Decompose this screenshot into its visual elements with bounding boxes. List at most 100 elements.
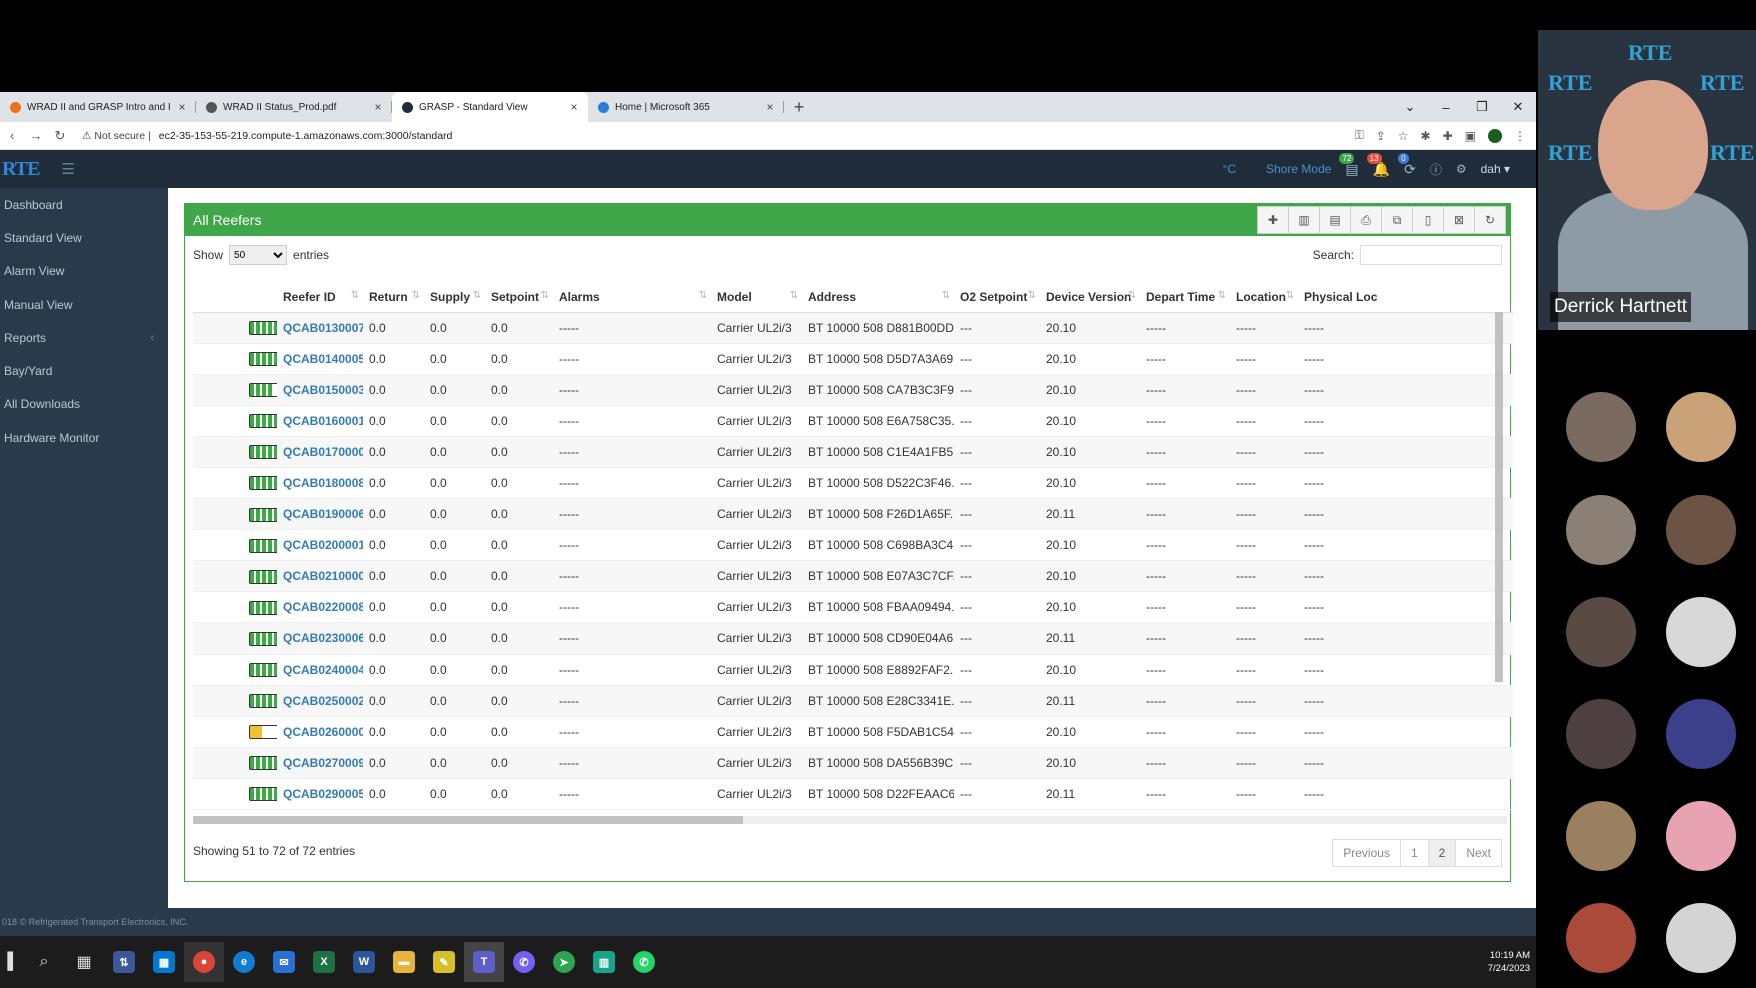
page-1-button[interactable]: 1 (1399, 839, 1429, 867)
reefer-id-link[interactable]: QCAB0160001 (283, 414, 363, 428)
page-2-button[interactable]: 2 (1427, 839, 1457, 867)
sidebar-item[interactable]: Bay/Yard (0, 354, 168, 387)
rte-logo[interactable]: RTE (2, 158, 40, 181)
hamburger-menu-icon[interactable]: ☰ (61, 160, 74, 178)
edge-icon[interactable]: e (224, 942, 264, 982)
restore-icon[interactable]: ❐ (1464, 92, 1500, 122)
reefer-id-link[interactable]: QCAB0230006 (283, 631, 363, 645)
table-row[interactable]: QCAB0270009 0.0 0.0 0.0 ----- Carrier UL2i/3 B… (193, 747, 1513, 779)
excel-app-icon[interactable]: X (304, 942, 344, 982)
add-icon[interactable]: ✚ (1257, 206, 1289, 234)
reefer-id-link[interactable]: QCAB0150003 (283, 383, 363, 397)
reefer-id-link[interactable]: QCAB0130007 (283, 321, 363, 335)
sidebar-item[interactable]: Alarm View (0, 255, 168, 288)
bookmark-star-icon[interactable]: ☆ (1398, 129, 1409, 143)
sidepanel-icon[interactable]: ▣ (1465, 129, 1476, 143)
reefer-count-icon[interactable]: ▤ 72 (1339, 152, 1359, 178)
column-header[interactable]: Supply ⇅ (424, 282, 485, 313)
table-row[interactable]: QCAB0180008 0.0 0.0 0.0 ----- Carrier UL2i/3 B… (193, 467, 1513, 500)
sort-icon[interactable]: ⇅ (351, 290, 359, 301)
table-row[interactable]: QCAB0230006 0.0 0.0 0.0 ----- Carrier UL2i/3 B… (193, 622, 1513, 655)
browser-tab[interactable]: WRAD II Status_Prod.pdf × (196, 92, 392, 122)
info-icon[interactable]: ⓘ (1430, 161, 1442, 178)
column-header[interactable]: Alarms ⇅ (553, 282, 711, 313)
key-icon[interactable]: ⚿ (1355, 128, 1364, 143)
sort-icon[interactable]: ⇅ (699, 290, 707, 301)
participant-tile[interactable] (1566, 392, 1636, 462)
next-page-button[interactable]: Next (1455, 839, 1502, 867)
pdf-icon[interactable]: ▯ (1412, 206, 1444, 234)
sort-icon[interactable]: ⇅ (1218, 290, 1226, 301)
browser-tab[interactable]: Home | Microsoft 365 × (588, 92, 784, 122)
system-clock[interactable]: 10:19 AM 7/24/2023 (1488, 949, 1530, 975)
table-row[interactable]: QCAB0290005 0.0 0.0 0.0 ----- Carrier UL2i/3 B… (193, 778, 1513, 811)
print-icon[interactable]: ⎙ (1350, 206, 1382, 234)
column-header[interactable]: Physical Loc (1298, 282, 1513, 313)
user-menu[interactable]: dah ▾ (1481, 162, 1510, 176)
reefer-id-link[interactable]: QCAB0290005 (283, 787, 363, 801)
extension-icon[interactable]: ✱ (1421, 129, 1431, 143)
column-header[interactable]: Model ⇅ (711, 282, 802, 313)
settings-gear-icon[interactable]: ⚙ (1456, 162, 1467, 176)
reefer-id-link[interactable]: QCAB0250002 (283, 694, 363, 708)
table-row[interactable]: QCAB0150003 0.0 0.0 0.0 ----- Carrier UL2i/3 B… (193, 374, 1513, 406)
reefer-id-link[interactable]: QCAB0140005 (283, 352, 363, 366)
sidebar-item[interactable]: All Downloads (0, 388, 168, 421)
url-field[interactable]: ec2-35-153-55-219.compute-1.amazonaws.co… (159, 130, 453, 142)
reefer-id-link[interactable]: QCAB0190006 (283, 507, 363, 521)
reefer-id-link[interactable]: QCAB0220008 (283, 600, 363, 614)
reefer-id-link[interactable]: QCAB0260000 (283, 725, 363, 739)
previous-page-button[interactable]: Previous (1332, 839, 1401, 867)
sort-icon[interactable]: ⇅ (1286, 290, 1294, 301)
participant-tile[interactable] (1666, 699, 1736, 769)
participant-tile[interactable] (1666, 495, 1736, 565)
table-row[interactable]: QCAB0250002 0.0 0.0 0.0 ----- Carrier UL2i/3 B… (193, 685, 1513, 717)
whatsapp-icon[interactable]: ✆ (624, 942, 664, 982)
file-explorer-icon[interactable]: ▬ (384, 942, 424, 982)
tab-search-icon[interactable]: ⌄ (1392, 92, 1428, 122)
word-app-icon[interactable]: W (344, 942, 384, 982)
tab-close-icon[interactable]: × (176, 100, 188, 114)
table-row[interactable]: QCAB0240004 0.0 0.0 0.0 ----- Carrier UL2i/3 B… (193, 654, 1513, 686)
column-header[interactable]: Reefer ID ⇅ (277, 282, 363, 313)
sidebar-item[interactable]: Manual View (0, 288, 168, 321)
participant-tile[interactable] (1566, 903, 1636, 973)
sidebar-item[interactable]: Reports ‹ (0, 321, 168, 354)
column-header[interactable]: O2 Setpoint ⇅ (954, 282, 1040, 313)
start-icon[interactable]: ▌ (2, 942, 24, 982)
horizontal-scrollbar[interactable] (193, 816, 1507, 824)
notification-icon[interactable]: ⟳ 0 (1398, 152, 1416, 178)
column-header[interactable]: Device Version ⇅ (1040, 282, 1140, 313)
puzzle-icon[interactable]: ✚ (1443, 129, 1453, 143)
sidebar-item[interactable]: Standard View (0, 221, 168, 254)
active-speaker-video[interactable]: RTE RTE RTE RTE RTE Derrick Hartnett (1538, 30, 1756, 330)
participant-tile[interactable] (1566, 597, 1636, 667)
excel-icon[interactable]: ⊠ (1443, 206, 1475, 234)
browser-tab[interactable]: GRASP - Standard View × (392, 92, 588, 122)
column-header[interactable]: Depart Time ⇅ (1140, 282, 1230, 313)
participant-tile[interactable] (1666, 597, 1736, 667)
column-header[interactable]: Setpoint ⇅ (485, 282, 553, 313)
sidebar-item[interactable]: Hardware Monitor (0, 421, 168, 454)
sort-icon[interactable]: ⇅ (790, 290, 798, 301)
reload-icon[interactable]: ↻ (48, 128, 72, 144)
table-row[interactable]: QCAB0170000 0.0 0.0 0.0 ----- Carrier UL2i/3 B… (193, 436, 1513, 468)
sort-icon[interactable]: ⇅ (473, 290, 481, 301)
vertical-scrollbar[interactable] (1495, 312, 1503, 682)
profile-avatar[interactable] (1488, 128, 1502, 143)
table-row[interactable]: QCAB0190006 0.0 0.0 0.0 ----- Carrier UL2i/3 B… (193, 498, 1513, 531)
close-window-icon[interactable]: ✕ (1500, 92, 1536, 122)
minimize-icon[interactable]: – (1428, 92, 1464, 122)
share-icon[interactable]: ⇪ (1376, 129, 1386, 143)
reefer-id-link[interactable]: QCAB0180008 (283, 476, 363, 490)
mail-icon[interactable]: ✉ (264, 942, 304, 982)
sort-icon[interactable]: ⇅ (942, 290, 950, 301)
temp-unit-toggle[interactable]: °C (1223, 162, 1236, 176)
sort-icon[interactable]: ⇅ (1128, 290, 1136, 301)
participant-tile[interactable] (1666, 392, 1736, 462)
search-input[interactable] (1360, 245, 1502, 265)
participant-tile[interactable] (1566, 495, 1636, 565)
scroll-thumb[interactable] (193, 816, 743, 824)
export-icon[interactable]: ▤ (1319, 206, 1351, 234)
reefer-id-link[interactable]: QCAB0240004 (283, 663, 363, 677)
